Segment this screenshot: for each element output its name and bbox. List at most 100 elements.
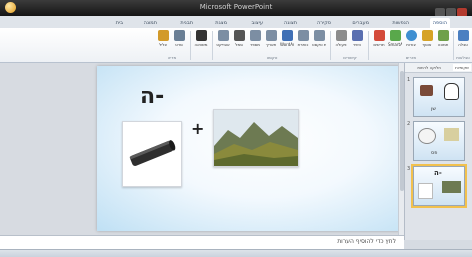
button-label: אובייקט [216, 42, 230, 47]
clipart-button[interactable]: אוסף [420, 30, 434, 52]
slide-thumbnail-selected[interactable]: ה- [411, 164, 467, 208]
sound-icon [157, 30, 169, 41]
window-title: Microsoft PowerPoint [199, 3, 273, 11]
slide-thumbnail[interactable]: שן [413, 77, 465, 117]
tab-home[interactable]: בית [113, 18, 126, 28]
button-label: תאריך [265, 42, 277, 47]
tab-outline[interactable]: חלוקה לרמות [415, 64, 443, 71]
powerpoint-window: Microsoft PowerPoint הוספה הנפשות מעברים… [0, 0, 472, 257]
shapes-button[interactable]: צורות [404, 30, 418, 52]
title-bar: Microsoft PowerPoint [0, 0, 472, 17]
wordart-icon [281, 30, 293, 41]
button-label: משוואה [194, 42, 208, 47]
textbox-button[interactable]: תיבת טקסט [312, 30, 326, 52]
status-bar [0, 249, 472, 257]
button-label: תרשים [373, 42, 385, 47]
button-label: SmartArt [388, 42, 402, 47]
sound-button[interactable]: צליל [156, 30, 170, 52]
hyperlink-icon [351, 30, 363, 41]
textbox-icon [313, 30, 325, 41]
picture-icon [437, 30, 449, 41]
slide-number: 1 [407, 77, 411, 83]
thumb-image [418, 128, 436, 144]
thumb-image [442, 181, 461, 193]
symbol-button[interactable]: סמל [232, 30, 246, 52]
action-icon [335, 30, 347, 41]
tab-slideshow[interactable]: מצגת [212, 18, 230, 28]
thumb-image [444, 128, 459, 141]
chart-icon [373, 30, 385, 41]
group-separator [330, 31, 331, 60]
tooth-icon [444, 83, 459, 100]
chart-button[interactable]: תרשים [372, 30, 386, 52]
button-label: WordArt [280, 42, 294, 47]
group-separator [368, 31, 369, 60]
group-separator [212, 31, 213, 60]
notes-pane[interactable]: לחץ כדי להוסיף הערות [0, 235, 404, 250]
equation-button[interactable]: משוואה [194, 30, 208, 52]
button-label: תיבת טקסט [312, 42, 326, 47]
ribbon: טבלה תמונה אוסף צורות SmartArt תרשים היפ… [0, 28, 472, 63]
thumb-image [418, 183, 433, 199]
tab-view[interactable]: תצוגה [281, 18, 300, 28]
pipe-icon [129, 140, 176, 166]
smartart-icon [389, 30, 401, 41]
shapes-icon [405, 30, 417, 41]
button-label: תמונה [437, 42, 449, 47]
group-label-text: טקסט [266, 55, 278, 60]
slide-title[interactable]: ה- [140, 84, 164, 109]
smartart-button[interactable]: SmartArt [388, 30, 402, 52]
group-separator [190, 31, 191, 60]
tab-animations[interactable]: הנפשות [389, 18, 412, 28]
tab-design[interactable]: עיצוב [249, 18, 266, 28]
button-label: פעולה [335, 42, 347, 47]
notes-placeholder: לחץ כדי להוסיף הערות [337, 238, 396, 245]
tab-slides[interactable]: שקופיות [453, 64, 471, 71]
movie-icon [173, 30, 185, 41]
mountain-icon [214, 110, 298, 166]
button-label: צורות [406, 42, 416, 47]
header-icon [297, 30, 309, 41]
slides-pane-tabs: שקופיות חלוקה לרמות [405, 63, 472, 73]
object-button[interactable]: אובייקט [216, 30, 230, 52]
equation-icon [195, 30, 207, 41]
object-icon [217, 30, 229, 41]
group-label-links: קישורים [343, 55, 357, 60]
slide-thumbnail[interactable]: פס [413, 121, 465, 161]
symbol-icon [233, 30, 245, 41]
tab-review[interactable]: סקירה [314, 18, 334, 28]
button-label: סמל [235, 42, 243, 47]
button-label: היפר [352, 42, 362, 47]
hyperlink-button[interactable]: היפר [350, 30, 364, 52]
mountain-image[interactable] [213, 109, 299, 167]
tab-picture[interactable]: תמונה [141, 18, 160, 28]
tab-insert[interactable]: הוספה [429, 18, 450, 28]
ribbon-tabs: הוספה הנפשות מעברים סקירה תצוגה עיצוב מצ… [0, 16, 472, 28]
wordart-button[interactable]: WordArt [280, 30, 294, 52]
button-label: מספר [249, 42, 261, 47]
slide-number-button[interactable]: מספר [248, 30, 262, 52]
slide-number: 3 [407, 166, 411, 172]
office-button[interactable] [5, 2, 16, 13]
tab-transitions[interactable]: מעברים [349, 18, 372, 28]
button-label: כותרת [297, 42, 309, 47]
header-footer-button[interactable]: כותרת [296, 30, 310, 52]
date-icon [265, 30, 277, 41]
pipe-image[interactable] [122, 121, 182, 187]
plus-sign: + [191, 119, 205, 138]
movie-button[interactable]: סרט [172, 30, 186, 52]
slide-number-icon [249, 30, 261, 41]
thumb-caption: פס [431, 150, 438, 156]
date-time-button[interactable]: תאריך [264, 30, 278, 52]
button-label: אוסף [422, 42, 432, 47]
picture-button[interactable]: תמונה [436, 30, 450, 52]
window-controls [434, 2, 468, 17]
button-label: סרט [175, 42, 183, 47]
button-label: טבלה [458, 42, 468, 47]
clipart-icon [421, 30, 433, 41]
table-button[interactable]: טבלה [456, 30, 470, 52]
group-label-illustrations: איורים [405, 55, 417, 60]
group-label-tables: טבלאות [456, 55, 470, 60]
tab-format[interactable]: תבנית [177, 18, 196, 28]
action-button[interactable]: פעולה [334, 30, 348, 52]
